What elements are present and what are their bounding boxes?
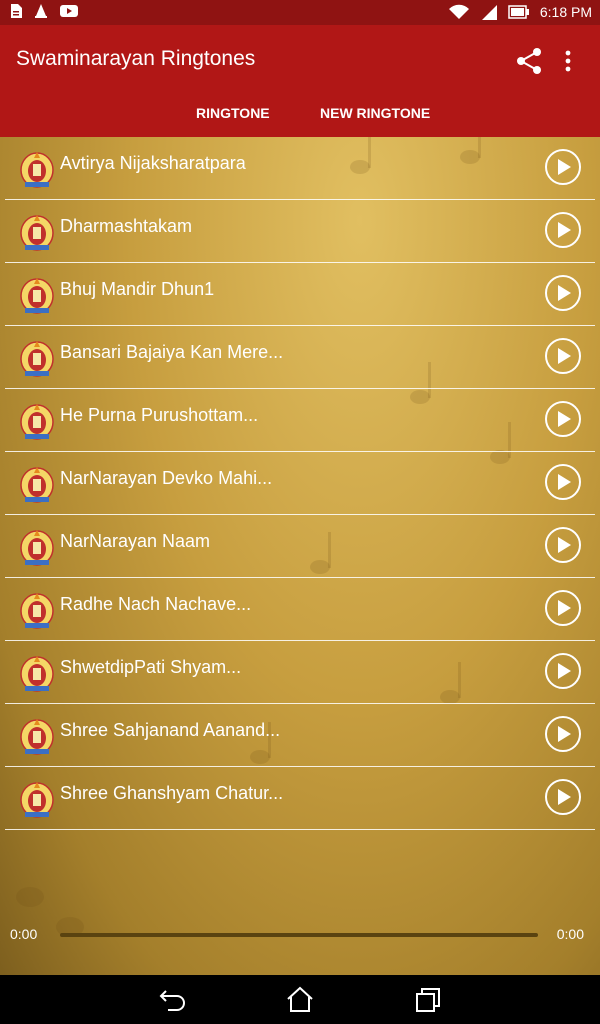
wifi-icon [448, 4, 469, 19]
app-bar: Swaminarayan Ringtones RINGTONE NEW RING… [0, 25, 600, 137]
list-item[interactable]: NarNarayan Naam [5, 515, 595, 578]
file-icon [11, 4, 22, 18]
play-icon [558, 159, 571, 175]
list-item[interactable]: NarNarayan Devko Mahi... [5, 452, 595, 515]
play-icon [558, 348, 571, 364]
share-icon[interactable] [513, 45, 545, 77]
temple-logo-icon [20, 152, 54, 188]
more-vert-icon[interactable] [558, 45, 578, 77]
ringtone-title: Dharmashtakam [60, 216, 193, 236]
temple-logo-icon [20, 782, 54, 818]
play-button[interactable] [545, 338, 581, 374]
ringtone-title: He Purna Purushottam... [60, 405, 259, 425]
status-bar: 6:18 PM [0, 0, 600, 25]
temple-logo-icon [20, 341, 54, 377]
ringtone-list[interactable]: Avtirya Nijaksharatpara Dharmashtakam Bh… [0, 137, 600, 975]
youtube-icon [60, 5, 78, 17]
battery-icon [508, 5, 529, 19]
ringtone-title: Shree Sahjanand Aanand... [60, 720, 281, 740]
tab-bar: RINGTONE NEW RINGTONE [0, 97, 600, 137]
list-item[interactable]: Radhe Nach Nachave... [5, 578, 595, 641]
play-button[interactable] [545, 590, 581, 626]
temple-logo-icon [20, 404, 54, 440]
play-icon [558, 474, 571, 490]
list-item[interactable]: Shree Sahjanand Aanand... [5, 704, 595, 767]
play-button[interactable] [545, 212, 581, 248]
play-button[interactable] [545, 716, 581, 752]
play-button[interactable] [545, 401, 581, 437]
total-time: 0:00 [556, 926, 584, 942]
status-time: 6:18 PM [539, 4, 592, 20]
ringtone-title: Bhuj Mandir Dhun1 [60, 279, 215, 299]
list-item[interactable]: Avtirya Nijaksharatpara [5, 137, 595, 200]
temple-logo-icon [20, 278, 54, 314]
play-icon [558, 537, 571, 553]
temple-logo-icon [20, 593, 54, 629]
play-button[interactable] [545, 275, 581, 311]
play-icon [558, 663, 571, 679]
back-icon[interactable] [158, 985, 188, 1015]
temple-logo-icon [20, 530, 54, 566]
list-item[interactable]: Bansari Bajaiya Kan Mere... [5, 326, 595, 389]
recents-icon[interactable] [413, 985, 443, 1015]
play-icon [558, 789, 571, 805]
play-button[interactable] [545, 779, 581, 815]
ringtone-title: NarNarayan Devko Mahi... [60, 468, 273, 488]
ringtone-title: Shree Ghanshyam Chatur... [60, 783, 284, 803]
play-icon [558, 600, 571, 616]
navigation-bar [0, 975, 600, 1024]
play-icon [558, 222, 571, 238]
temple-logo-icon [20, 215, 54, 251]
temple-logo-icon [20, 656, 54, 692]
play-icon [558, 726, 571, 742]
temple-logo-icon [20, 467, 54, 503]
ringtone-title: Radhe Nach Nachave... [60, 594, 252, 614]
play-button[interactable] [545, 464, 581, 500]
play-button[interactable] [545, 149, 581, 185]
tab-new-ringtone[interactable]: NEW RINGTONE [320, 105, 430, 121]
list-item[interactable]: Dharmashtakam [5, 200, 595, 263]
ringtone-title: Avtirya Nijaksharatpara [60, 153, 246, 173]
play-button[interactable] [545, 653, 581, 689]
list-item[interactable]: He Purna Purushottam... [5, 389, 595, 452]
tab-ringtone[interactable]: RINGTONE [196, 105, 270, 121]
ringtone-title: NarNarayan Naam [60, 531, 211, 551]
home-icon[interactable] [285, 985, 315, 1015]
vlc-icon [35, 4, 47, 18]
list-item[interactable]: Shree Ghanshyam Chatur... [5, 767, 595, 830]
ringtone-title: ShwetdipPati Shyam... [60, 657, 242, 677]
seek-bar[interactable] [60, 933, 538, 937]
play-icon [558, 411, 571, 427]
current-time: 0:00 [10, 926, 38, 942]
play-icon [558, 285, 571, 301]
app-title: Swaminarayan Ringtones [16, 47, 256, 70]
list-item[interactable]: Bhuj Mandir Dhun1 [5, 263, 595, 326]
audio-player: 0:00 0:00 [0, 922, 600, 946]
list-item[interactable]: ShwetdipPati Shyam... [5, 641, 595, 704]
play-button[interactable] [545, 527, 581, 563]
ringtone-title: Bansari Bajaiya Kan Mere... [60, 342, 284, 362]
signal-icon [481, 5, 497, 20]
temple-logo-icon [20, 719, 54, 755]
